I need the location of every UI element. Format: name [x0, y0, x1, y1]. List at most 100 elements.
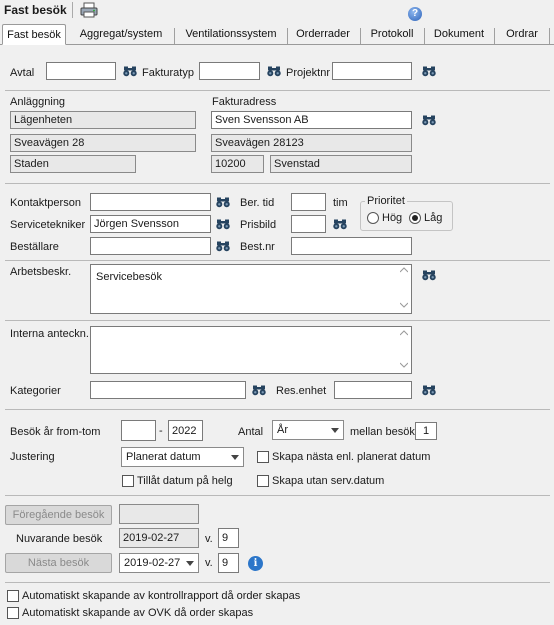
divider: [5, 260, 550, 261]
arbetsbeskr-textarea[interactable]: Servicebesök: [90, 264, 412, 314]
scroll-up-icon[interactable]: [400, 267, 408, 273]
tab-protokoll[interactable]: Protokoll: [364, 24, 420, 45]
tab-orderrader[interactable]: Orderrader: [291, 24, 355, 45]
binoculars-icon[interactable]: [422, 115, 436, 126]
anlaggning-heading: Anläggning: [10, 96, 66, 108]
prisbild-label: Prisbild: [240, 219, 277, 231]
skapa-nasta-checkbox[interactable]: [257, 451, 269, 463]
skapa-nasta-label: Skapa nästa enl. planerat datum: [272, 451, 431, 463]
auto-ovk-checkbox[interactable]: [7, 607, 19, 619]
arbetsbeskr-text: Servicebesök: [96, 271, 163, 283]
scroll-down-icon[interactable]: [400, 302, 408, 308]
tab-aggregat-system[interactable]: Aggregat/system: [72, 24, 170, 45]
justering-select[interactable]: Planerat datum: [121, 447, 244, 467]
binoculars-icon[interactable]: [267, 66, 281, 77]
prioritet-label: Prioritet: [365, 195, 407, 207]
prioritet-hog-label: Hög: [382, 212, 403, 224]
tab-separator: [174, 28, 175, 44]
kategorier-input[interactable]: [90, 381, 246, 399]
mellan-besok-input[interactable]: 1: [415, 422, 437, 440]
projektnr-input[interactable]: [332, 62, 412, 80]
binoculars-icon[interactable]: [333, 219, 347, 230]
print-icon[interactable]: [80, 2, 98, 18]
divider: [5, 495, 550, 496]
servicetekniker-label: Servicetekniker: [10, 219, 86, 231]
fakturatyp-input[interactable]: [199, 62, 260, 80]
binoculars-icon[interactable]: [252, 385, 266, 396]
bestnr-label: Best.nr: [240, 241, 275, 253]
tab-separator: [424, 28, 425, 44]
info-icon[interactable]: i: [248, 556, 263, 571]
auto-kontrollrapport-checkbox[interactable]: [7, 590, 19, 602]
skapa-utan-checkbox[interactable]: [257, 475, 269, 487]
to-year-input[interactable]: 2022: [168, 420, 203, 441]
ber-tid-input[interactable]: [291, 193, 326, 211]
bestnr-input[interactable]: [291, 237, 412, 255]
binoculars-icon[interactable]: [216, 241, 230, 252]
bestallare-input[interactable]: [90, 237, 211, 255]
nasta-week[interactable]: 9: [218, 553, 239, 573]
tab-ventilationssystem[interactable]: Ventilationssystem: [178, 24, 284, 45]
prisbild-input[interactable]: [291, 215, 326, 233]
nasta-date-select[interactable]: 2019-02-27: [119, 553, 199, 573]
bestallare-label: Beställare: [10, 241, 59, 253]
tab-ordrar[interactable]: Ordrar: [498, 24, 546, 45]
tab-dokument[interactable]: Dokument: [428, 24, 490, 45]
kontaktperson-input[interactable]: [90, 193, 211, 211]
nuvarande-week[interactable]: 9: [218, 528, 239, 548]
tab-separator: [549, 28, 550, 44]
v-label: v.: [205, 533, 213, 545]
scroll-up-icon[interactable]: [400, 330, 408, 336]
interna-label: Interna anteckn.: [10, 328, 89, 340]
binoculars-icon[interactable]: [422, 66, 436, 77]
foregaende-besok-button[interactable]: Föregående besök: [5, 505, 112, 525]
kontaktperson-label: Kontaktperson: [10, 197, 81, 209]
binoculars-icon[interactable]: [422, 270, 436, 281]
fakturaadress-street: Sveavägen 28123: [211, 134, 412, 152]
antal-label: Antal: [238, 426, 264, 438]
antal-select[interactable]: År: [272, 420, 344, 440]
fakturatyp-label: Fakturatyp: [142, 67, 194, 79]
divider: [5, 90, 550, 91]
auto-ovk-label: Automatiskt skapande av OVK då order ska…: [22, 607, 254, 619]
auto-kontrollrapport-label: Automatiskt skapande av kontrollrapport …: [22, 590, 301, 602]
avtal-input[interactable]: [46, 62, 116, 80]
chevron-down-icon: [186, 561, 194, 566]
binoculars-icon[interactable]: [216, 197, 230, 208]
kategorier-label: Kategorier: [10, 385, 61, 397]
fakturaadress-name[interactable]: Sven Svensson AB: [211, 111, 412, 129]
fakturaadress-city: Svenstad: [270, 155, 412, 173]
binoculars-icon[interactable]: [216, 219, 230, 230]
skapa-utan-label: Skapa utan serv.datum: [272, 475, 385, 487]
besok-ar-label: Besök år from-tom: [10, 426, 101, 438]
tillat-helg-label: Tillåt datum på helg: [137, 475, 233, 487]
prioritet-lag-radio[interactable]: [409, 212, 421, 224]
year-dash: -: [159, 425, 163, 437]
tab-separator: [494, 28, 495, 44]
from-year-input[interactable]: [121, 420, 156, 441]
tab-separator: [360, 28, 361, 44]
interna-textarea[interactable]: [90, 326, 412, 374]
servicetekniker-input[interactable]: Jörgen Svensson: [90, 215, 211, 233]
resenhet-label: Res.enhet: [276, 385, 327, 397]
binoculars-icon[interactable]: [123, 66, 137, 77]
fakturaadress-heading: Fakturadress: [212, 96, 277, 108]
ber-tid-label: Ber. tid: [240, 197, 275, 209]
prioritet-hog-radio[interactable]: [367, 212, 379, 224]
title-divider: [72, 2, 73, 18]
nuvarande-date: 2019-02-27: [119, 528, 199, 548]
scroll-down-icon[interactable]: [400, 362, 408, 368]
nasta-date-value: 2019-02-27: [124, 557, 181, 569]
tab-fast-besok[interactable]: Fast besök: [2, 24, 66, 45]
tillat-helg-checkbox[interactable]: [122, 475, 134, 487]
help-icon[interactable]: ?: [408, 7, 422, 21]
nasta-besok-button[interactable]: Nästa besök: [5, 553, 112, 573]
resenhet-input[interactable]: [334, 381, 412, 399]
prioritet-lag-label: Låg: [424, 212, 443, 224]
binoculars-icon[interactable]: [422, 385, 436, 396]
divider: [5, 582, 550, 583]
chevron-down-icon: [231, 455, 239, 460]
mellan-besok-label: mellan besök:: [350, 426, 418, 438]
anlaggning-name: Lägenheten: [10, 111, 196, 129]
tab-separator: [287, 28, 288, 44]
